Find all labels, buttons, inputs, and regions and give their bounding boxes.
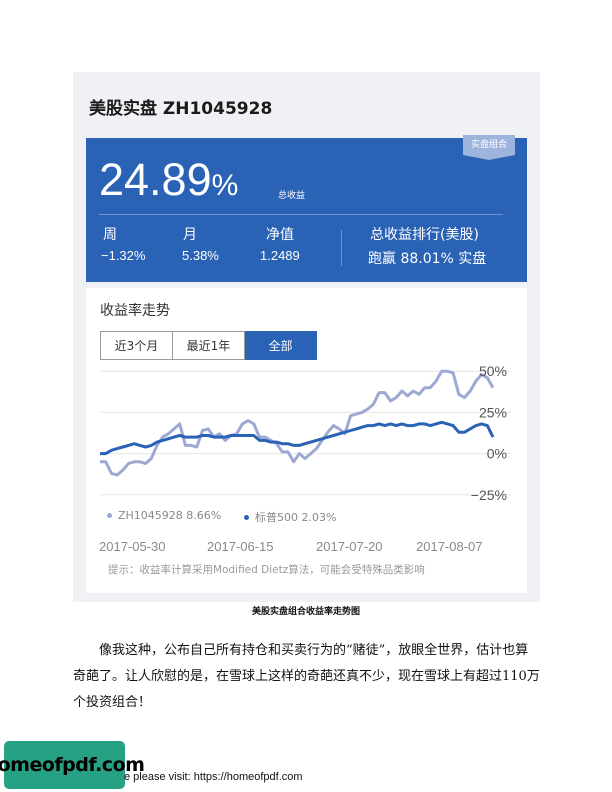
trend-title: 收益率走势: [100, 303, 170, 319]
date-label-4: 2017-08-07: [416, 539, 483, 554]
legend-dot-portfolio: [107, 513, 112, 518]
date-label-2: 2017-06-15: [207, 539, 274, 554]
legend-item-portfolio: ZH1045928 8.66%: [107, 509, 221, 522]
date-label-1: 2017-05-30: [99, 539, 166, 554]
ranking-label: 总收益排行(美股): [370, 227, 479, 243]
portfolio-title: 美股实盘 ZH1045928: [89, 99, 273, 119]
legend-label-sp500: 标普500 2.03%: [255, 511, 337, 524]
summary-panel: 实盘组合 24.89% 总收益 周 −1.32% 月 5.38% 净值 1.24…: [86, 135, 527, 282]
y-tick-label: 25%: [479, 404, 507, 420]
tab-1-year[interactable]: 最近1年: [173, 331, 245, 360]
portfolio-card: 美股实盘 ZH1045928 实盘组合 24.89% 总收益 周 −1.32% …: [73, 72, 540, 602]
total-return-label: 总收益: [278, 191, 306, 201]
calculation-note: 提示：收益率计算采用Modified Dietz算法，可能会受特殊品类影响: [108, 564, 425, 576]
site-logo[interactable]: homeofpdf.com: [0, 741, 145, 789]
legend-dot-sp500: [244, 514, 249, 520]
chart-series: [100, 369, 495, 477]
tab-3-months[interactable]: 近3个月: [100, 331, 173, 360]
stat-month-label: 月: [183, 227, 197, 243]
body-paragraph: 像我这种，公布自己所有持仓和买卖行为的“赌徒”，放眼全世界，估计也算奇葩了。让人…: [73, 643, 540, 710]
y-tick-label: 0%: [487, 446, 507, 462]
summary-divider: [99, 214, 503, 215]
legend-item-sp500: 标普500 2.03%: [244, 509, 336, 525]
stat-nav-label: 净值: [266, 227, 294, 243]
legend-label-portfolio: ZH1045928 8.66%: [118, 509, 222, 522]
total-return: 24.89%: [99, 154, 238, 212]
chart-y-ticks: 50% 25% 0% −25%: [471, 363, 507, 503]
y-tick-label: 50%: [479, 363, 507, 379]
range-tabs: 近3个月 最近1年 全部: [100, 331, 317, 360]
total-return-unit: %: [211, 169, 239, 202]
return-trend-chart: 50% 25% 0% −25%: [100, 363, 511, 503]
stat-nav-value: 1.2489: [260, 248, 300, 263]
series-line-sp500: [100, 420, 495, 456]
figure-caption: 美股实盘组合收益率走势图: [251, 607, 360, 617]
portfolio-type-tag: 实盘组合: [463, 135, 515, 160]
stat-month-value: 5.38%: [182, 248, 219, 263]
tab-all[interactable]: 全部: [245, 331, 317, 360]
chart-grid: [100, 370, 511, 496]
total-return-value: 24.89: [99, 154, 212, 205]
stat-separator: [341, 230, 342, 266]
footer-visit-text: e please visit: https://homeofpdf.com: [124, 771, 303, 783]
stat-week-value: −1.32%: [101, 248, 146, 263]
trend-panel: 收益率走势 近3个月 最近1年 全部 50% 25% 0% −25% ZH104592…: [86, 288, 527, 593]
stat-week-label: 周: [103, 227, 117, 243]
date-label-3: 2017-07-20: [316, 539, 383, 554]
ranking-value: 跑赢 88.01% 实盘: [368, 251, 487, 267]
y-tick-label: −25%: [471, 487, 507, 503]
